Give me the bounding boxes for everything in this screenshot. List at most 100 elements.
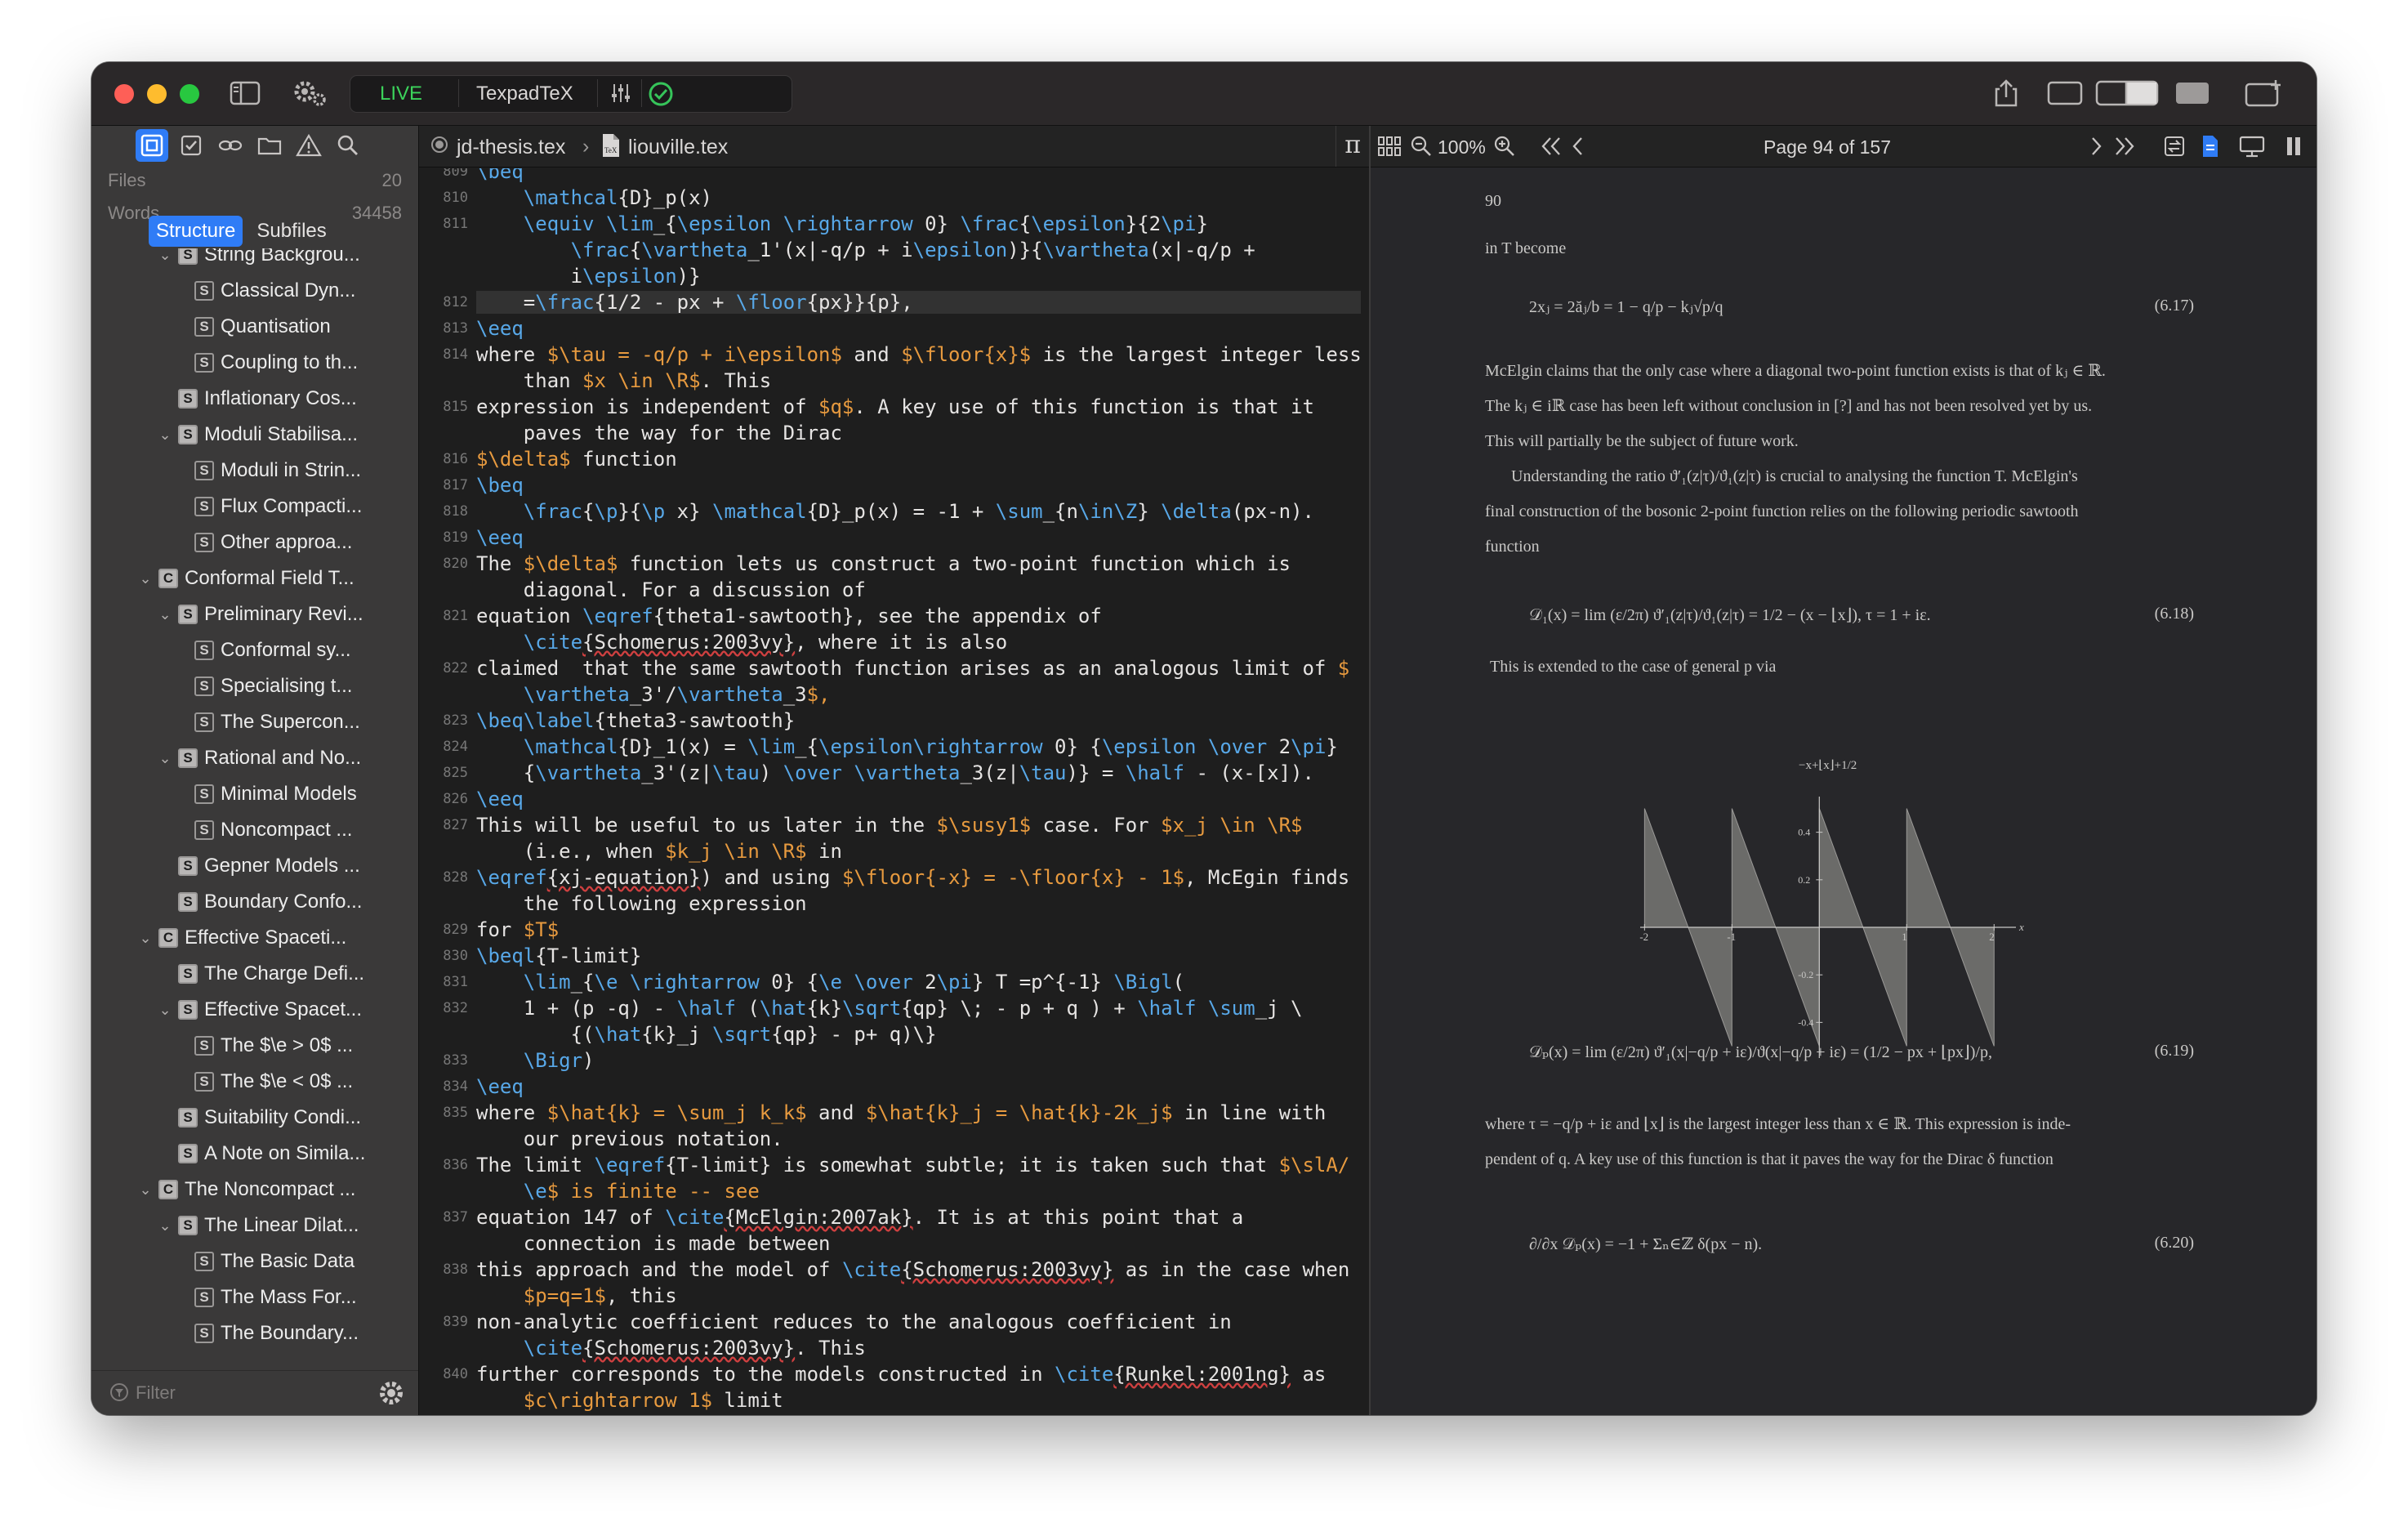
chevron-down-icon[interactable]: ⌄: [157, 750, 173, 767]
breadcrumb-project[interactable]: jd-thesis.tex: [457, 136, 565, 159]
code-line[interactable]: where $\tau = -q/p + i\epsilon$ and $\fl…: [476, 343, 1362, 366]
code-line[interactable]: \mathcal{D}_1(x) = \lim_{\epsilon\righta…: [476, 735, 1361, 758]
tree-item[interactable]: S The Charge Defi...: [91, 956, 418, 992]
code-line[interactable]: \equiv \lim_{\epsilon \rightarrow 0} \fr…: [476, 212, 1361, 235]
new-window-icon[interactable]: [2243, 78, 2284, 108]
code-line[interactable]: equation \eqref{theta1-sawtooth}, see th…: [476, 605, 1361, 627]
tree-item[interactable]: S Inflationary Cos...: [91, 381, 418, 417]
chevron-down-icon[interactable]: ⌄: [157, 1002, 173, 1019]
code-line[interactable]: $\delta$ function: [476, 448, 1361, 471]
code-line[interactable]: \Bigr): [476, 1049, 1361, 1072]
warnings-icon[interactable]: [292, 129, 325, 162]
code-line[interactable]: \frac{\p}{\p x} \mathcal{D}_p(x) = -1 + …: [476, 500, 1361, 523]
code-line[interactable]: this approach and the model of \cite{Sch…: [476, 1258, 1361, 1281]
code-line[interactable]: The $\delta$ function lets us construct …: [476, 552, 1361, 575]
tab-subfiles[interactable]: Subfiles: [249, 216, 333, 247]
tree-item[interactable]: S The $\e < 0$ ...: [91, 1064, 418, 1100]
chevron-down-icon[interactable]: ⌄: [157, 248, 173, 264]
chevron-down-icon[interactable]: ⌄: [137, 930, 154, 947]
code-line[interactable]: \e$ is finite -- see: [476, 1180, 1361, 1203]
code-line[interactable]: \cite{Schomerus:2003vy}, where it is als…: [476, 631, 1361, 654]
tree-item[interactable]: ⌄ S Preliminary Revi...: [91, 596, 418, 632]
toggle-sidebar-icon[interactable]: [227, 78, 263, 108]
code-line[interactable]: further corresponds to the models constr…: [476, 1363, 1361, 1386]
presentation-icon[interactable]: [2238, 135, 2266, 163]
code-line[interactable]: \beq\label{theta3-sawtooth}: [476, 709, 1361, 732]
typeset-settings-icon[interactable]: [609, 81, 633, 111]
tree-item[interactable]: S The $\e > 0$ ...: [91, 1028, 418, 1064]
chevron-down-icon[interactable]: ⌄: [137, 570, 154, 587]
settings-gear-icon[interactable]: [291, 78, 330, 108]
code-line[interactable]: $c\rightarrow 1$ limit: [476, 1389, 1361, 1412]
columns-view-icon[interactable]: [2284, 135, 2303, 163]
code-line[interactable]: for $T$: [476, 918, 1361, 941]
tree-item[interactable]: S The Mass For...: [91, 1279, 418, 1315]
tab-structure[interactable]: Structure: [149, 216, 243, 247]
tree-item[interactable]: S A Note on Simila...: [91, 1136, 418, 1172]
tree-item[interactable]: ⌄ C Effective Spaceti...: [91, 920, 418, 956]
share-icon[interactable]: [1988, 78, 2024, 108]
code-line[interactable]: \cite{Schomerus:2003vy}. This: [476, 1337, 1361, 1360]
code-line[interactable]: \eeq: [476, 526, 1361, 549]
code-line[interactable]: connection is made between: [476, 1232, 1361, 1255]
tree-item[interactable]: S Suitability Condi...: [91, 1100, 418, 1136]
tree-item[interactable]: S Minimal Models: [91, 776, 418, 812]
tree-item[interactable]: S Other approa...: [91, 525, 418, 560]
code-line[interactable]: our previous notation.: [476, 1127, 1361, 1150]
code-line[interactable]: equation 147 of \cite{McElgin:2007ak}. I…: [476, 1206, 1361, 1229]
tree-item[interactable]: S Flux Compacti...: [91, 489, 418, 525]
references-link-icon[interactable]: [214, 129, 247, 162]
code-line[interactable]: i\epsilon)}: [476, 265, 1361, 288]
code-line[interactable]: \beq: [476, 168, 1361, 183]
layout-editor-only-icon[interactable]: [2045, 78, 2085, 108]
tree-item[interactable]: S Classical Dyn...: [91, 273, 418, 309]
single-page-mode-icon[interactable]: [2201, 134, 2220, 163]
tree-item[interactable]: S Noncompact ...: [91, 812, 418, 848]
files-folder-icon[interactable]: [253, 129, 286, 162]
chevron-down-icon[interactable]: ⌄: [157, 606, 173, 623]
code-line[interactable]: than $x \in \R$. This: [476, 369, 1361, 392]
tree-item[interactable]: S The Supercon...: [91, 704, 418, 740]
tree-item[interactable]: S Boundary Confo...: [91, 884, 418, 920]
code-line[interactable]: paves the way for the Dirac: [476, 422, 1361, 444]
todo-checkbox-icon[interactable]: [175, 129, 207, 162]
tree-item[interactable]: S The Boundary...: [91, 1315, 418, 1351]
tree-item[interactable]: S Moduli in Strin...: [91, 453, 418, 489]
code-line[interactable]: claimed that the same sawtooth function …: [476, 657, 1361, 680]
pdf-page[interactable]: 90 in T become 2xⱼ = 2ăⱼ/b = 1 − q/p − k…: [1371, 167, 2317, 1415]
filter-input[interactable]: Filter: [136, 1382, 176, 1404]
tree-item[interactable]: S Quantisation: [91, 309, 418, 345]
layout-pdf-only-icon[interactable]: [2173, 78, 2212, 108]
code-area[interactable]: 809 \beq 810 \mathcal{D}_p(x) 811 \equiv \l…: [419, 168, 1369, 1415]
code-line[interactable]: \mathcal{D}_p(x): [476, 186, 1361, 209]
code-line[interactable]: where $\hat{k} = \sum_j k_k$ and $\hat{k…: [476, 1101, 1361, 1124]
minimize-window-button[interactable]: [147, 84, 167, 104]
code-line[interactable]: \eeq: [476, 1075, 1361, 1098]
tree-item[interactable]: ⌄ C Conformal Field T...: [91, 560, 418, 596]
code-line[interactable]: diagonal. For a discussion of: [476, 578, 1361, 601]
tree-item[interactable]: ⌄ S Effective Spacet...: [91, 992, 418, 1028]
code-line[interactable]: the following expression: [476, 892, 1361, 915]
tree-item[interactable]: ⌄ S Rational and No...: [91, 740, 418, 776]
code-line[interactable]: (i.e., when $k_j \in \R$ in: [476, 840, 1361, 863]
code-line[interactable]: \lim_{\e \rightarrow 0} {\e \over 2\pi} …: [476, 971, 1361, 993]
code-line[interactable]: non-analytic coefficient reduces to the …: [476, 1311, 1361, 1333]
tree-item[interactable]: S Gepner Models ...: [91, 848, 418, 884]
tree-item[interactable]: S Specialising t...: [91, 668, 418, 704]
tree-item[interactable]: S The Basic Data: [91, 1244, 418, 1279]
code-line[interactable]: {(\hat{k}_j \sqrt{qp} - p+ q)\}: [476, 1023, 1361, 1046]
code-line[interactable]: 1 + (p -q) - \half (\hat{k}\sqrt{qp} \; …: [476, 997, 1361, 1020]
tree-item[interactable]: ⌄ S Moduli Stabilisa...: [91, 417, 418, 453]
code-line[interactable]: $p=q=1$, this: [476, 1284, 1361, 1307]
chevron-down-icon[interactable]: ⌄: [157, 426, 173, 444]
chevron-down-icon[interactable]: ⌄: [157, 1217, 173, 1235]
code-line[interactable]: \beql{T-limit}: [476, 944, 1361, 967]
code-line[interactable]: \vartheta_3'/\vartheta_3$,: [476, 683, 1361, 706]
outline-view-icon[interactable]: [136, 129, 168, 162]
zoom-window-button[interactable]: [180, 84, 199, 104]
breadcrumb-file[interactable]: liouville.tex: [628, 136, 728, 159]
chevron-down-icon[interactable]: ⌄: [137, 1181, 154, 1199]
live-toggle[interactable]: LIVE: [380, 83, 422, 105]
code-line[interactable]: \beq: [476, 474, 1361, 497]
code-line[interactable]: expression is independent of $q$. A key …: [476, 395, 1361, 418]
